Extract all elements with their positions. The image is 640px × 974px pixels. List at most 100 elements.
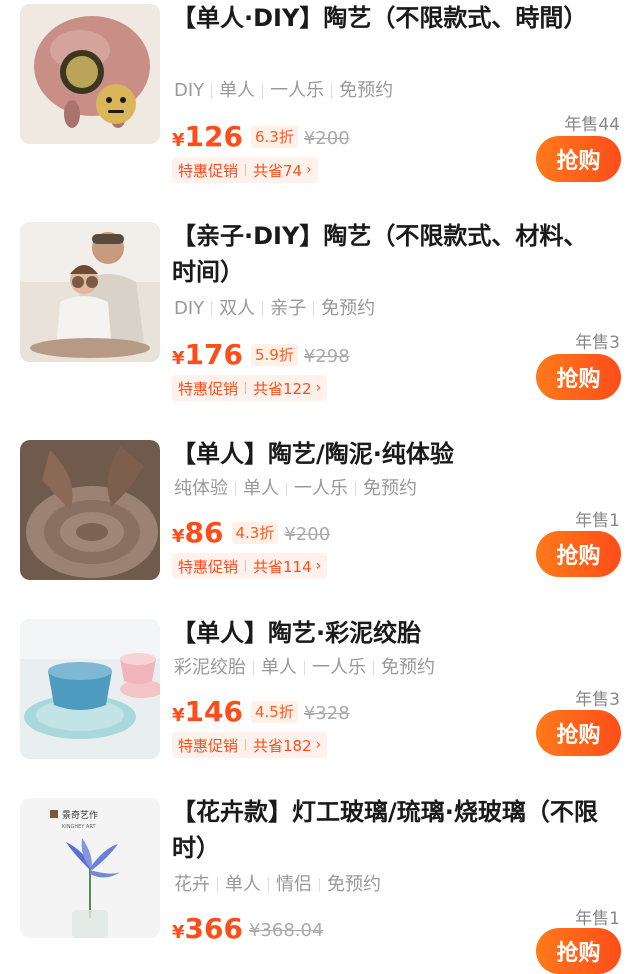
tag: 单人 — [225, 874, 261, 895]
product-thumbnail[interactable]: 景奇艺作 KINGHEY ART — [20, 798, 160, 938]
original-price: ¥200 — [284, 524, 331, 545]
price-row: ¥146 4.5折 ¥328 — [172, 697, 350, 727]
promo-label: 特惠促销 — [178, 379, 239, 398]
tag: 一人乐 — [312, 657, 366, 678]
tag: 免预约 — [339, 80, 394, 101]
tag-divider — [373, 661, 374, 675]
tag: 单人 — [261, 657, 297, 678]
tag: DIY — [174, 80, 205, 101]
chevron-right-icon: › — [306, 162, 312, 178]
tag: 单人 — [243, 478, 279, 499]
original-price: ¥298 — [303, 346, 350, 367]
product-title[interactable]: 【单人】陶艺/陶泥·纯体验 — [172, 436, 602, 472]
promo-divider — [245, 560, 247, 572]
annual-sales: 年售3 — [575, 690, 620, 710]
product-tags: 纯体验 单人 一人乐 免预约 — [174, 478, 417, 500]
tag: 免预约 — [381, 657, 435, 678]
tag-divider — [211, 84, 213, 98]
promo-badge[interactable]: 特惠促销 共省74 › — [172, 157, 318, 183]
promo-divider — [245, 382, 247, 394]
tag-divider — [319, 878, 320, 892]
original-price: ¥200 — [303, 128, 350, 149]
product-tags: DIY 单人 一人乐 免预约 — [174, 80, 393, 102]
discount-badge: 5.9折 — [250, 344, 298, 366]
promo-label: 特惠促销 — [178, 736, 239, 755]
product-thumbnail[interactable] — [20, 222, 160, 362]
tag: 免预约 — [321, 298, 376, 319]
tag-divider — [262, 302, 264, 316]
product-tags: 花卉 单人 情侣 免预约 — [174, 874, 381, 896]
price-row: ¥126 6.3折 ¥200 — [172, 122, 350, 152]
buy-button[interactable]: 抢购 — [536, 136, 621, 182]
annual-sales: 年售44 — [564, 115, 620, 135]
promo-badge[interactable]: 特惠促销 共省114 › — [172, 553, 328, 579]
chevron-right-icon: › — [315, 737, 322, 753]
original-price: ¥328 — [303, 703, 350, 724]
price-row: ¥366 ¥368.04 — [172, 914, 323, 944]
promo-label: 特惠促销 — [178, 161, 239, 180]
chevron-right-icon: › — [315, 558, 322, 574]
annual-sales: 年售1 — [575, 909, 620, 929]
product-thumbnail[interactable] — [20, 440, 160, 580]
annual-sales: 年售3 — [575, 333, 620, 353]
tag-divider — [217, 878, 218, 892]
price-row: ¥86 4.3折 ¥200 — [172, 518, 330, 548]
tag: 单人 — [219, 80, 256, 101]
promo-divider — [245, 164, 247, 176]
tag: 双人 — [219, 298, 256, 319]
tag: 一人乐 — [270, 80, 325, 101]
current-price: ¥146 — [172, 695, 243, 728]
tag: 亲子 — [270, 298, 307, 319]
promo-badge[interactable]: 特惠促销 共省182 › — [172, 732, 328, 758]
promo-savings: 共省182 — [253, 736, 312, 755]
buy-button[interactable]: 抢购 — [536, 354, 621, 400]
buy-button[interactable]: 抢购 — [536, 710, 621, 756]
tag: 情侣 — [276, 874, 312, 895]
product-title[interactable]: 【单人·DIY】陶艺（不限款式、時間） — [172, 0, 602, 36]
discount-badge: 6.3折 — [250, 126, 298, 148]
tag-divider — [262, 84, 264, 98]
tag: 花卉 — [174, 874, 210, 895]
tag-divider — [211, 302, 213, 316]
tag: DIY — [174, 298, 205, 319]
promo-savings: 共省114 — [253, 557, 312, 576]
current-price: ¥86 — [172, 516, 224, 549]
product-thumbnail[interactable] — [20, 4, 160, 144]
promo-label: 特惠促销 — [178, 557, 239, 576]
discount-badge: 4.3折 — [231, 522, 279, 544]
tag-divider — [331, 84, 333, 98]
product-title[interactable]: 【单人】陶艺·彩泥绞胎 — [172, 615, 602, 651]
promo-savings: 共省122 — [253, 379, 312, 398]
current-price: ¥176 — [172, 338, 243, 371]
current-price: ¥126 — [172, 120, 243, 153]
brand-logo-text: 景奇艺作 — [62, 809, 98, 821]
product-title[interactable]: 【亲子·DIY】陶艺（不限款式、材料、时间） — [172, 218, 602, 290]
current-price: ¥366 — [172, 912, 243, 945]
tag-divider — [268, 878, 269, 892]
buy-button[interactable]: 抢购 — [536, 928, 621, 974]
tag-divider — [355, 482, 356, 496]
tag-divider — [286, 482, 287, 496]
tag: 免预约 — [327, 874, 381, 895]
tag: 彩泥绞胎 — [174, 657, 246, 678]
buy-button[interactable]: 抢购 — [536, 531, 621, 577]
promo-divider — [245, 739, 247, 751]
chevron-right-icon: › — [315, 380, 322, 396]
product-tags: 彩泥绞胎 单人 一人乐 免预约 — [174, 657, 435, 679]
tag: 一人乐 — [294, 478, 348, 499]
original-price: ¥368.04 — [248, 920, 324, 941]
tag-divider — [253, 661, 254, 675]
product-thumbnail[interactable] — [20, 619, 160, 759]
tag: 纯体验 — [174, 478, 228, 499]
tag-divider — [235, 482, 236, 496]
discount-badge: 4.5折 — [250, 701, 298, 723]
product-tags: DIY 双人 亲子 免预约 — [174, 298, 375, 320]
tag: 免预约 — [363, 478, 417, 499]
brand-logo-subtext: KINGHEY ART — [62, 824, 96, 830]
tag-divider — [313, 302, 315, 316]
product-title[interactable]: 【花卉款】灯工玻璃/琉璃·烧玻璃（不限时） — [172, 794, 602, 866]
annual-sales: 年售1 — [575, 511, 620, 531]
promo-savings: 共省74 — [253, 161, 303, 180]
promo-badge[interactable]: 特惠促销 共省122 › — [172, 375, 328, 401]
price-row: ¥176 5.9折 ¥298 — [172, 340, 350, 370]
